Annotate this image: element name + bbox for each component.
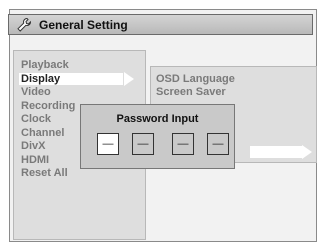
wrench-icon [15, 16, 33, 34]
password-digit-2[interactable]: — [132, 133, 154, 155]
menu-item-hdmi[interactable]: HDMI [21, 154, 75, 168]
menu-item-divx[interactable]: DivX [21, 140, 75, 154]
chevron-right-icon [302, 145, 312, 159]
menu-item-channel[interactable]: Channel [21, 127, 75, 141]
menu-item-video[interactable]: Video [21, 86, 75, 100]
page-title: General Setting [39, 17, 128, 32]
digit-placeholder: — [137, 138, 149, 150]
password-digit-3[interactable]: — [172, 133, 194, 155]
submenu: OSD Language Screen Saver [156, 73, 235, 99]
chevron-right-icon [124, 72, 134, 86]
dialog-title: Password Input [116, 113, 199, 125]
menu-item-reset-all[interactable]: Reset All [21, 167, 75, 181]
digit-placeholder: — [102, 138, 114, 150]
submenu-item-screen-saver[interactable]: Screen Saver [156, 86, 235, 99]
digit-placeholder: — [177, 138, 189, 150]
menu-item-playback[interactable]: Playback [21, 59, 75, 73]
submenu-item-osd-language[interactable]: OSD Language [156, 73, 235, 86]
submenu-selection-bar [250, 146, 302, 158]
menu-item-clock[interactable]: Clock [21, 113, 75, 127]
menu-item-display[interactable]: Display [21, 73, 75, 87]
digit-placeholder: — [212, 138, 224, 150]
title-bar: General Setting [8, 14, 313, 35]
menu-item-recording[interactable]: Recording [21, 100, 75, 114]
main-menu: Playback Display Video Recording Clock C… [21, 59, 75, 181]
password-digit-1[interactable]: — [97, 133, 119, 155]
password-digit-4[interactable]: — [207, 133, 229, 155]
password-dialog: Password Input — — — — [80, 104, 235, 169]
